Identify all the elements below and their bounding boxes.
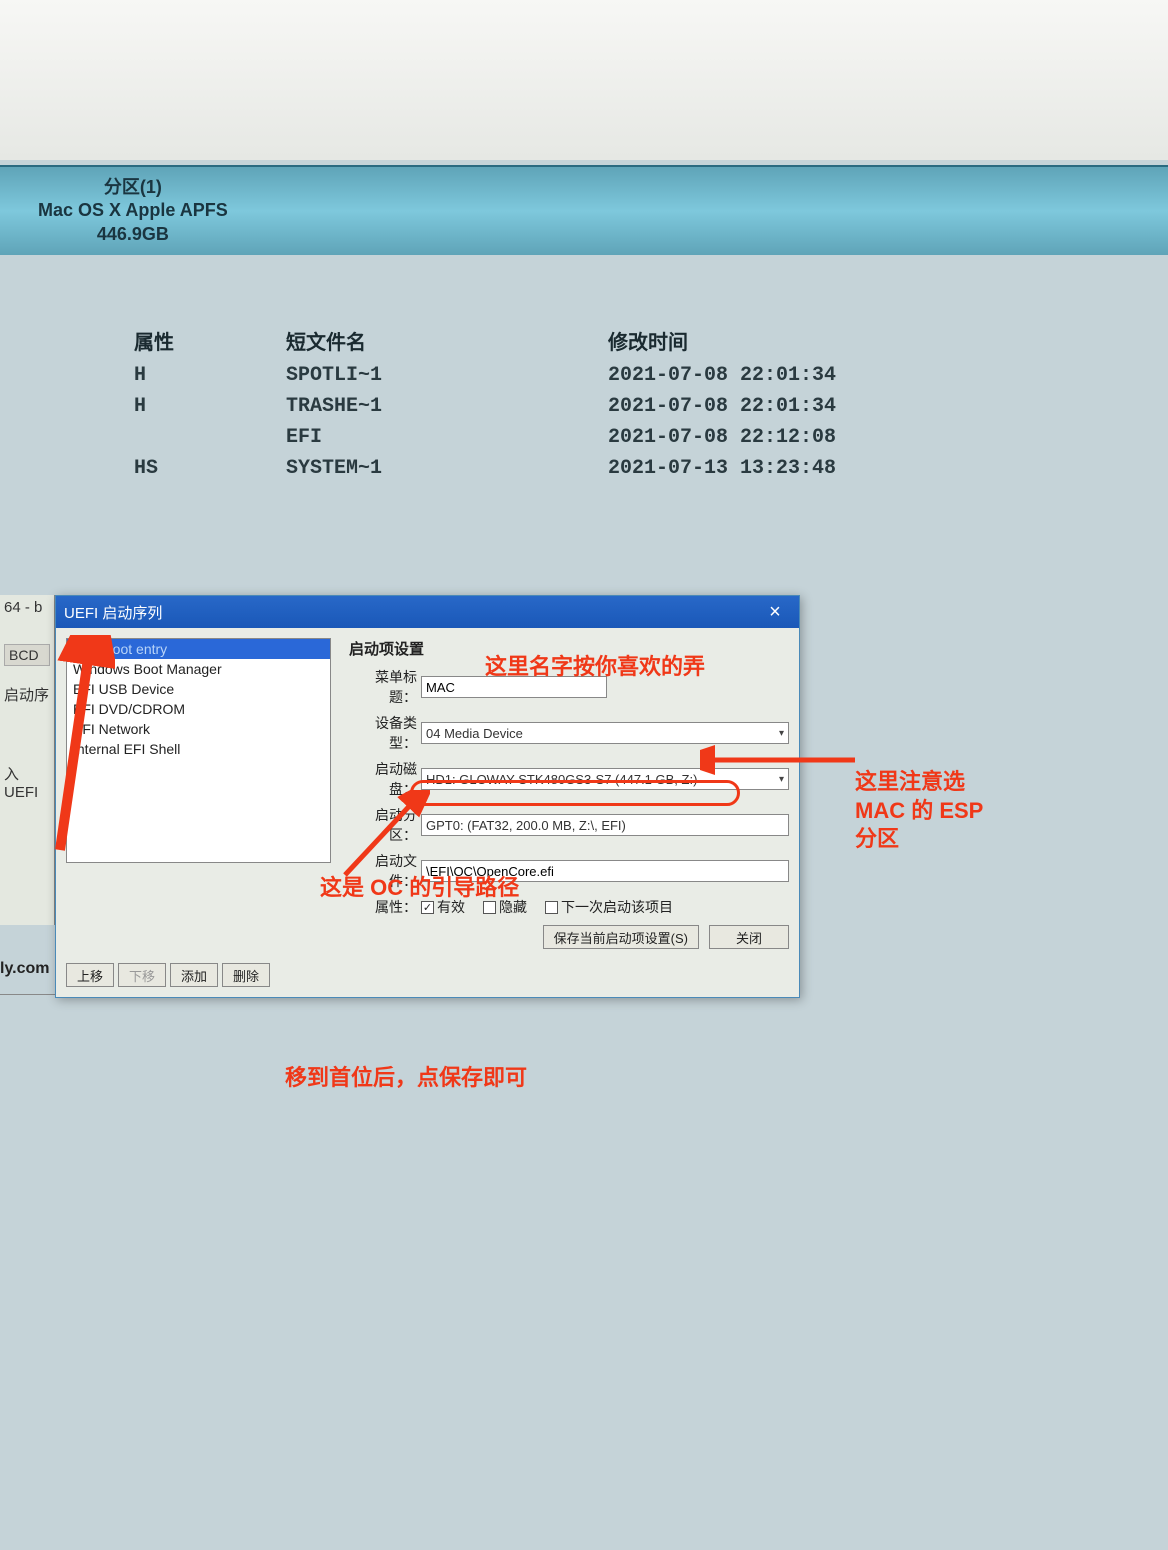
settings-heading: 启动项设置 (349, 638, 789, 659)
delete-button[interactable]: 删除 (222, 963, 270, 987)
device-type-label: 设备类型： (349, 713, 421, 753)
chevron-down-icon: ▾ (779, 728, 784, 739)
annotation-partition: 这里注意选 MAC 的 ESP 分区 (855, 768, 983, 854)
background-window-fragment: 64 - b BCD 启动序 入 UEFI (0, 595, 55, 925)
chevron-down-icon: ▾ (779, 774, 784, 785)
save-button[interactable]: 保存当前启动项设置(S) (543, 925, 699, 949)
boot-partition-select[interactable]: GPT0: (FAT32, 200.0 MB, Z:\, EFI) (421, 814, 789, 836)
table-row[interactable]: HTRASHE~12021-07-08 22:01:34 (122, 392, 876, 421)
file-listing-table: 属性 短文件名 修改时间 HSPOTLI~12021-07-08 22:01:3… (120, 320, 878, 485)
menu-title-input[interactable] (421, 676, 607, 698)
list-item[interactable]: EFI DVD/CDROM (67, 699, 330, 719)
ly-com-text: ly.com (0, 960, 50, 978)
partition-header-bar: 分区(1) Mac OS X Apple APFS 446.9GB (0, 165, 1168, 255)
close-button[interactable]: 关闭 (709, 925, 789, 949)
move-down-button[interactable]: 下移 (118, 963, 166, 987)
boot-disk-label: 启动磁盘： (349, 759, 421, 799)
list-item[interactable]: EFI Network (67, 719, 330, 739)
attributes-label: 属性： (349, 897, 421, 917)
partition-fs: Mac OS X Apple APFS (38, 199, 228, 222)
valid-checkbox[interactable]: ✓有效 (421, 897, 465, 917)
boot-once-checkbox[interactable]: 下一次启动该项目 (545, 897, 673, 917)
bcd-button-fragment[interactable]: BCD (4, 644, 50, 666)
close-icon[interactable]: × (759, 601, 791, 624)
partition-size: 446.9GB (38, 223, 228, 246)
move-up-button[interactable]: 上移 (66, 963, 114, 987)
list-item[interactable]: Internal EFI Shell (67, 739, 330, 759)
top-whitespace-region (0, 0, 1168, 160)
list-item[interactable]: EFI USB Device (67, 679, 330, 699)
hidden-checkbox[interactable]: 隐藏 (483, 897, 527, 917)
dialog-titlebar[interactable]: UEFI 启动序列 × (56, 596, 799, 628)
boot-file-input[interactable] (421, 860, 789, 882)
boot-partition-label: 启动分区： (349, 805, 421, 845)
col-attr: 属性 (122, 322, 272, 359)
device-type-select[interactable]: 04 Media Device▾ (421, 722, 789, 744)
add-button[interactable]: 添加 (170, 963, 218, 987)
table-row[interactable]: HSSYSTEM~12021-07-13 13:23:48 (122, 454, 876, 483)
col-mtime: 修改时间 (596, 322, 876, 359)
boot-entry-list[interactable]: New boot entry Windows Boot Manager EFI … (66, 638, 331, 863)
list-item[interactable]: Windows Boot Manager (67, 659, 330, 679)
menu-title-label: 菜单标题： (349, 667, 421, 707)
boot-file-label: 启动文件： (349, 851, 421, 891)
col-shortname: 短文件名 (274, 322, 594, 359)
dialog-title: UEFI 启动序列 (64, 602, 759, 623)
partition-title: 分区(1) (38, 176, 228, 199)
list-item[interactable]: New boot entry (67, 639, 330, 659)
boot-disk-select[interactable]: HD1: GLOWAY STK480GS3-S7 (447.1 GB, Z:)▾ (421, 768, 789, 790)
uefi-boot-sequence-dialog: UEFI 启动序列 × New boot entry Windows Boot … (55, 595, 800, 998)
annotation-bottom: 移到首位后，点保存即可 (285, 1060, 527, 1092)
table-row[interactable]: EFI2021-07-08 22:12:08 (122, 423, 876, 452)
table-row[interactable]: HSPOTLI~12021-07-08 22:01:34 (122, 361, 876, 390)
